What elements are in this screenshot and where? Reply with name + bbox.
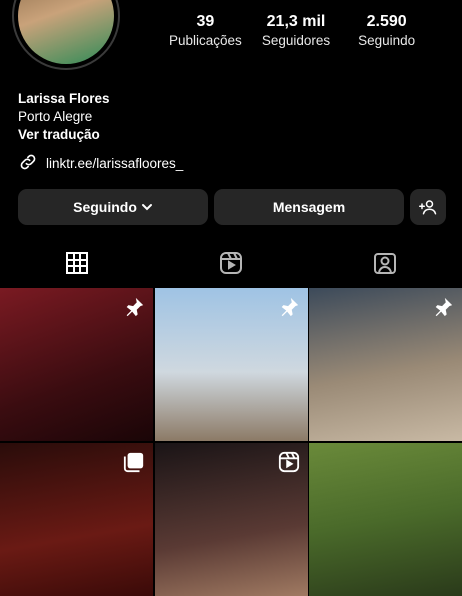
message-button[interactable]: Mensagem [214, 189, 404, 225]
stat-value: 2.590 [366, 13, 407, 30]
link-text: linktr.ee/larissafloores_ [46, 156, 184, 171]
stat-value: 21,3 mil [266, 13, 326, 30]
profile-bio: Larissa Flores Porto Alegre Ver tradução [18, 90, 110, 144]
profile-link[interactable]: linktr.ee/larissafloores_ [18, 152, 183, 175]
following-label: Seguindo [73, 199, 137, 215]
profile-stats: 39 Publicações 21,3 mil Seguidores 2.590… [160, 12, 432, 50]
avatar-ring[interactable] [12, 0, 120, 70]
stat-label: Publicações [168, 33, 242, 48]
post-tile[interactable] [154, 443, 308, 596]
stat-label: Seguindo [358, 33, 416, 48]
tagged-icon [373, 251, 397, 275]
add-user-icon [419, 198, 437, 216]
pin-icon [278, 296, 300, 318]
carousel-icon [123, 451, 145, 473]
chevron-down-icon [141, 201, 153, 213]
translate-link[interactable]: Ver tradução [18, 126, 110, 144]
pin-icon [432, 296, 454, 318]
add-user-button[interactable] [410, 189, 446, 225]
post-tile[interactable] [0, 443, 153, 596]
reels-icon [278, 451, 300, 473]
avatar [18, 0, 114, 64]
stat-following[interactable]: 2.590 Seguindo [341, 12, 432, 50]
following-button[interactable]: Seguindo [18, 189, 208, 225]
post-tile[interactable] [309, 288, 462, 441]
profile-name: Larissa Flores [18, 91, 110, 106]
post-tile[interactable] [0, 288, 153, 441]
stat-label: Seguidores [261, 33, 331, 48]
tab-tagged[interactable] [308, 248, 462, 278]
reels-icon [219, 251, 243, 275]
profile-actions: Seguindo Mensagem [18, 189, 446, 225]
grid-icon [65, 251, 89, 275]
profile-location: Porto Alegre [18, 109, 93, 124]
post-tile[interactable] [309, 443, 462, 596]
link-icon [18, 152, 38, 175]
posts-grid [0, 288, 462, 596]
tab-posts[interactable] [0, 248, 154, 278]
pin-icon [123, 296, 145, 318]
stat-posts[interactable]: 39 Publicações [160, 12, 251, 50]
message-label: Mensagem [272, 199, 346, 215]
stat-followers[interactable]: 21,3 mil Seguidores [251, 12, 342, 50]
tab-reels[interactable] [154, 248, 308, 278]
stat-value: 39 [196, 13, 215, 30]
profile-tabs [0, 248, 462, 278]
post-tile[interactable] [154, 288, 308, 441]
